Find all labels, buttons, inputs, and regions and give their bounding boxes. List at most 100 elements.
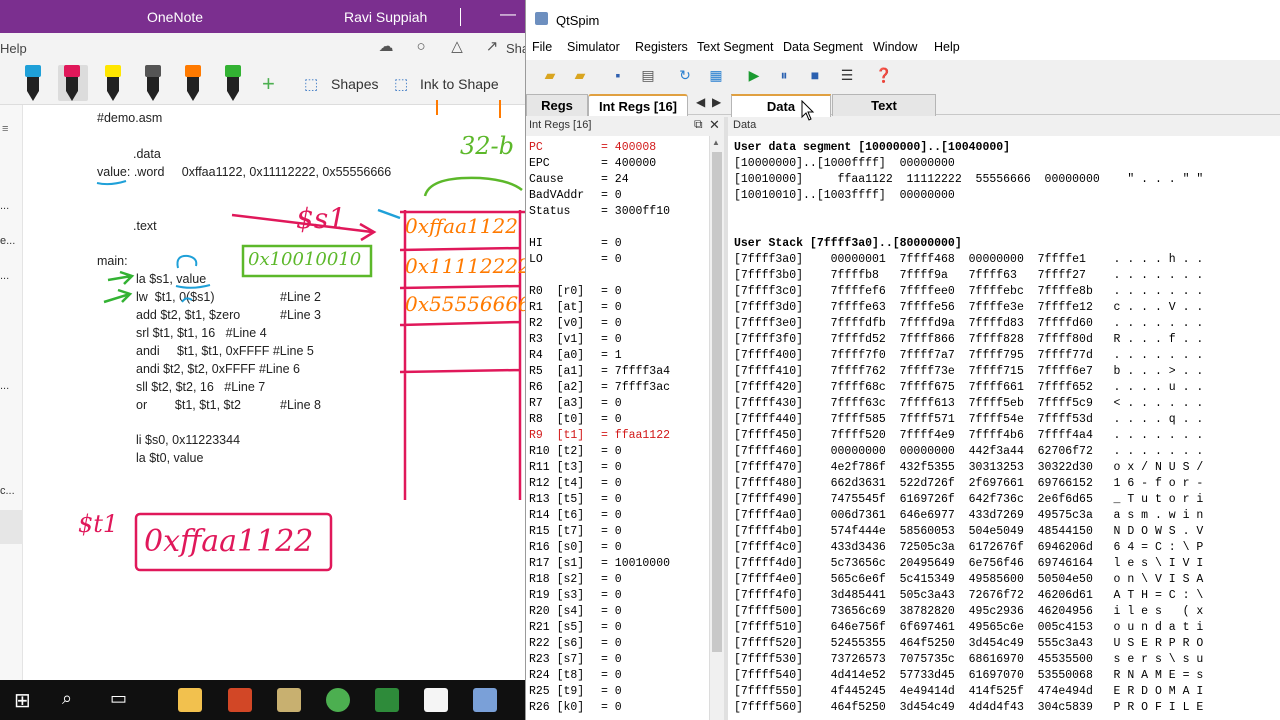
qtspim-toolbar: ▰ ▰ ▪ ▤ ↻ ▦ ▶ ⏸ ■ ☰ ❓ <box>526 62 1280 88</box>
tab-data[interactable]: Data <box>731 94 831 117</box>
register-value: = 7ffff3ac <box>601 381 671 394</box>
task-view-icon[interactable]: ▭ <box>110 688 127 709</box>
register-value: = 0 <box>601 413 622 426</box>
single-step-icon[interactable]: ☰ <box>838 66 856 84</box>
register-value: = 0 <box>601 493 622 506</box>
register-value: = 0 <box>601 317 622 330</box>
qtspim-title: QtSpim <box>556 13 600 28</box>
register-name: R7 [a3] <box>529 397 585 410</box>
register-value: = ffaa1122 <box>601 429 671 442</box>
menu-simulator[interactable]: Simulator <box>567 40 620 54</box>
print-icon[interactable]: ▤ <box>639 66 657 84</box>
tab-scroll-left-icon[interactable]: ◀ <box>696 95 705 109</box>
menu-text-segment[interactable]: Text Segment <box>697 40 773 54</box>
ink-arrow-green-2 <box>103 288 133 304</box>
memory-row: [7ffff410] 7ffff762 7ffff73e 7ffff715 7f… <box>734 365 1204 378</box>
run-icon[interactable]: ▶ <box>745 66 763 84</box>
register-name: LO <box>529 253 543 266</box>
register-name: R26 [k0] <box>529 701 585 714</box>
register-name: R15 [t7] <box>529 525 585 538</box>
memory-row: [10010010]..[1003ffff] 00000000 <box>734 189 955 202</box>
register-value: = 24 <box>601 173 629 186</box>
reinitialize-icon[interactable]: ↻ <box>676 66 694 84</box>
int-regs-pane-title: Int Regs [16] <box>529 119 592 131</box>
powerpoint-icon[interactable] <box>228 688 252 712</box>
notepad-icon[interactable] <box>424 688 448 712</box>
tab-text[interactable]: Text <box>832 94 936 116</box>
memory-row: [7ffff490] 7475545f 6169726f 642f736c 2e… <box>734 493 1204 506</box>
close-pane-icon[interactable]: ✕ <box>709 117 720 133</box>
register-value: = 0 <box>601 397 622 410</box>
qtspim-logo-icon <box>535 12 548 25</box>
qtspim-tabbar: Regs Int Regs [16] ◀ ▶ Data Text <box>526 91 1280 117</box>
register-name: R2 [v0] <box>529 317 585 330</box>
register-name: R13 [t5] <box>529 493 585 506</box>
search-icon[interactable]: ⌕ <box>62 688 72 709</box>
menu-data-segment[interactable]: Data Segment <box>783 40 863 54</box>
register-name: BadVAddr <box>529 189 585 202</box>
register-name: R16 [s0] <box>529 541 585 554</box>
editor-icon[interactable] <box>375 688 399 712</box>
chrome-icon[interactable] <box>326 688 350 712</box>
memory-row: [7ffff500] 73656c69 38782820 495c2936 46… <box>734 605 1204 618</box>
register-value: = 0 <box>601 669 622 682</box>
ink-brace-green <box>423 176 523 197</box>
menu-registers[interactable]: Registers <box>635 40 688 54</box>
ink-arrow-green-1 <box>107 270 135 285</box>
register-name: PC <box>529 141 543 154</box>
register-value: = 0 <box>601 477 622 490</box>
float-pane-icon[interactable]: ⧉ <box>694 117 703 132</box>
memory-row: [7ffff3c0] 7ffffef6 7ffffee0 7ffffebc 7f… <box>734 285 1204 298</box>
register-value: = 0 <box>601 573 622 586</box>
tab-fp-regs[interactable]: Regs <box>526 94 588 116</box>
memory-row: [7ffff3f0] 7ffffd52 7ffff866 7ffff828 7f… <box>734 333 1204 346</box>
register-name: EPC <box>529 157 550 170</box>
file-explorer-icon[interactable] <box>178 688 202 712</box>
register-name: R14 [t6] <box>529 509 585 522</box>
int-regs-scrollbar[interactable]: ▲ <box>709 136 723 720</box>
ink-text-mem2: 0x55556666 <box>405 292 531 316</box>
app-icon[interactable] <box>277 688 301 712</box>
register-name: Status <box>529 205 571 218</box>
qtspim-menubar: File Simulator Registers Text Segment Da… <box>526 38 1280 60</box>
memory-row: [7ffff400] 7ffff7f0 7ffff7a7 7ffff795 7f… <box>734 349 1204 362</box>
menu-file[interactable]: File <box>532 40 552 54</box>
menu-help[interactable]: Help <box>934 40 960 54</box>
save-log-icon[interactable]: ▪ <box>609 66 627 84</box>
register-name: R1 [at] <box>529 301 585 314</box>
memory-row: [7ffff3b0] 7ffffb8 7ffff9a 7ffff63 7ffff… <box>734 269 1204 282</box>
qtspim-taskbar-icon[interactable] <box>473 688 497 712</box>
memory-row: [7ffff480] 662d3631 522d726f 2f697661 69… <box>734 477 1204 490</box>
stop-icon[interactable]: ■ <box>806 66 824 84</box>
memory-row: [7ffff450] 7ffff520 7ffff4e9 7ffff4b6 7f… <box>734 429 1204 442</box>
register-name: R6 [a2] <box>529 381 585 394</box>
pause-icon[interactable]: ⏸ <box>775 66 793 84</box>
mouse-cursor-icon <box>801 100 815 121</box>
memory-row: [7ffff440] 7ffff585 7ffff571 7ffff54e 7f… <box>734 413 1204 426</box>
memory-row: [7ffff4f0] 3d485441 505c3a43 72676f72 46… <box>734 589 1204 602</box>
ink-mark-blue <box>181 297 193 303</box>
register-value: = 0 <box>601 653 622 666</box>
ink-layer <box>96 100 525 572</box>
help-icon[interactable]: ❓ <box>875 66 893 84</box>
register-name: R22 [s6] <box>529 637 585 650</box>
menu-window[interactable]: Window <box>873 40 917 54</box>
int-regs-scroll-thumb[interactable] <box>712 152 722 652</box>
ink-marks-orange <box>436 100 501 118</box>
register-name: R21 [s5] <box>529 621 585 634</box>
windows-start-icon[interactable]: ⊞ <box>14 688 31 713</box>
tab-int-regs[interactable]: Int Regs [16] <box>588 94 688 116</box>
memory-row: [7ffff3a0] 00000001 7ffff468 00000000 7f… <box>734 253 1204 266</box>
ink-arc-blue <box>176 254 198 269</box>
load-file-icon[interactable]: ▰ <box>541 66 559 84</box>
register-name: R17 [s1] <box>529 557 585 570</box>
register-value: = 0 <box>601 589 622 602</box>
reload-file-icon[interactable]: ▰ <box>571 66 589 84</box>
scroll-up-icon[interactable]: ▲ <box>712 138 720 147</box>
ink-tick-blue <box>377 208 401 220</box>
clear-registers-icon[interactable]: ▦ <box>707 66 725 84</box>
register-name: R24 [t8] <box>529 669 585 682</box>
tab-scroll-right-icon[interactable]: ▶ <box>712 95 721 109</box>
register-name: R19 [s3] <box>529 589 585 602</box>
data-segment-pane: User data segment [10000000]..[10040000]… <box>728 136 1280 720</box>
